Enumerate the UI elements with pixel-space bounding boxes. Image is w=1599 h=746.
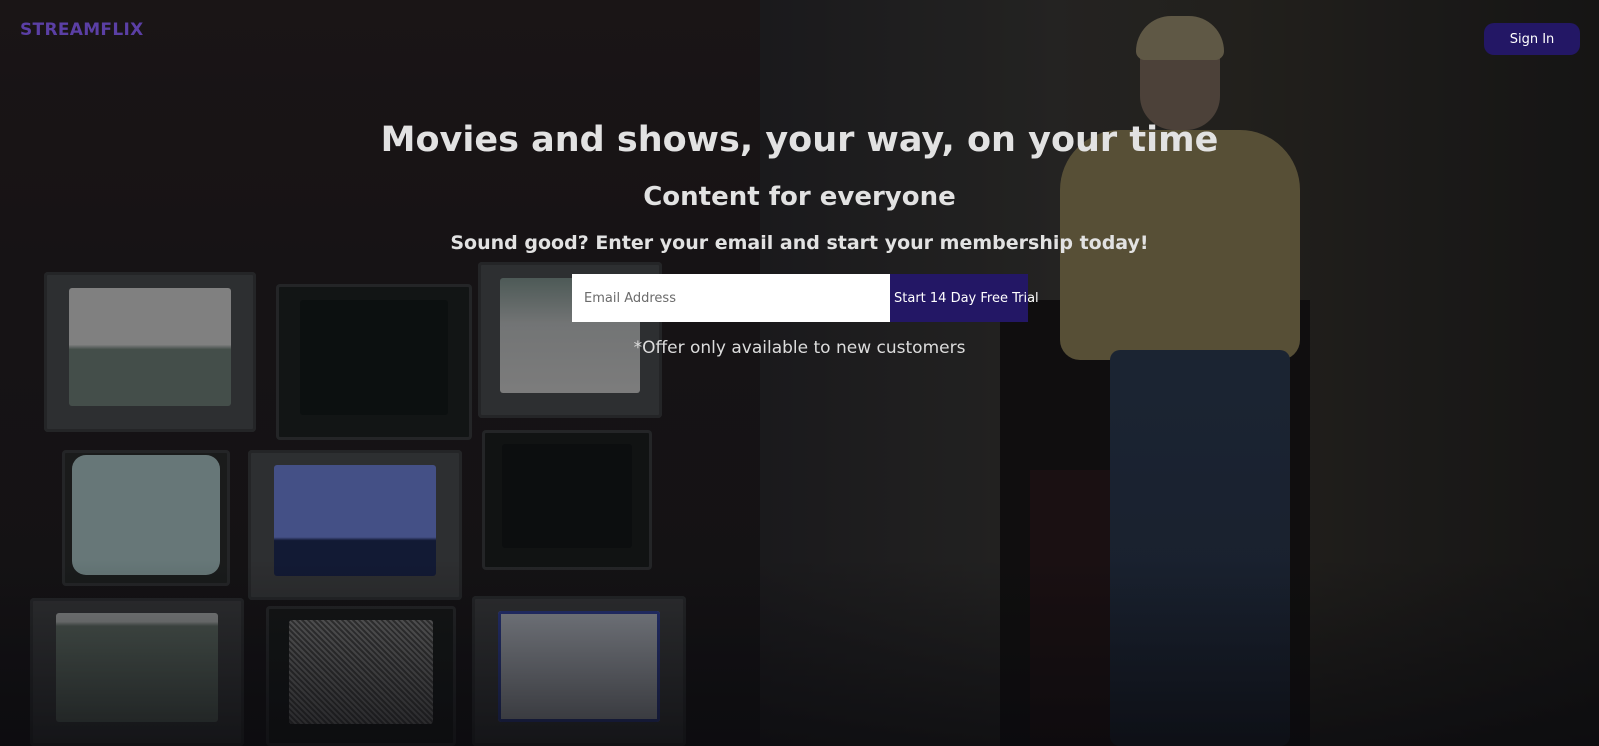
hero-subheadline: Content for everyone (643, 182, 956, 212)
email-input[interactable] (572, 274, 890, 322)
offer-note: *Offer only available to new customers (633, 338, 966, 358)
hero-headline: Movies and shows, your way, on your time (380, 120, 1219, 160)
hero-section: STREAMFLIX Sign In Movies and shows, you… (0, 0, 1599, 746)
cta-text: Sound good? Enter your email and start y… (450, 232, 1149, 254)
signup-form: Start 14 Day Free Trial (572, 274, 1039, 322)
dark-overlay (0, 0, 1599, 746)
start-trial-button[interactable]: Start 14 Day Free Trial (890, 274, 1039, 322)
sign-in-button[interactable]: Sign In (1484, 23, 1580, 55)
brand-logo[interactable]: STREAMFLIX (20, 20, 144, 40)
